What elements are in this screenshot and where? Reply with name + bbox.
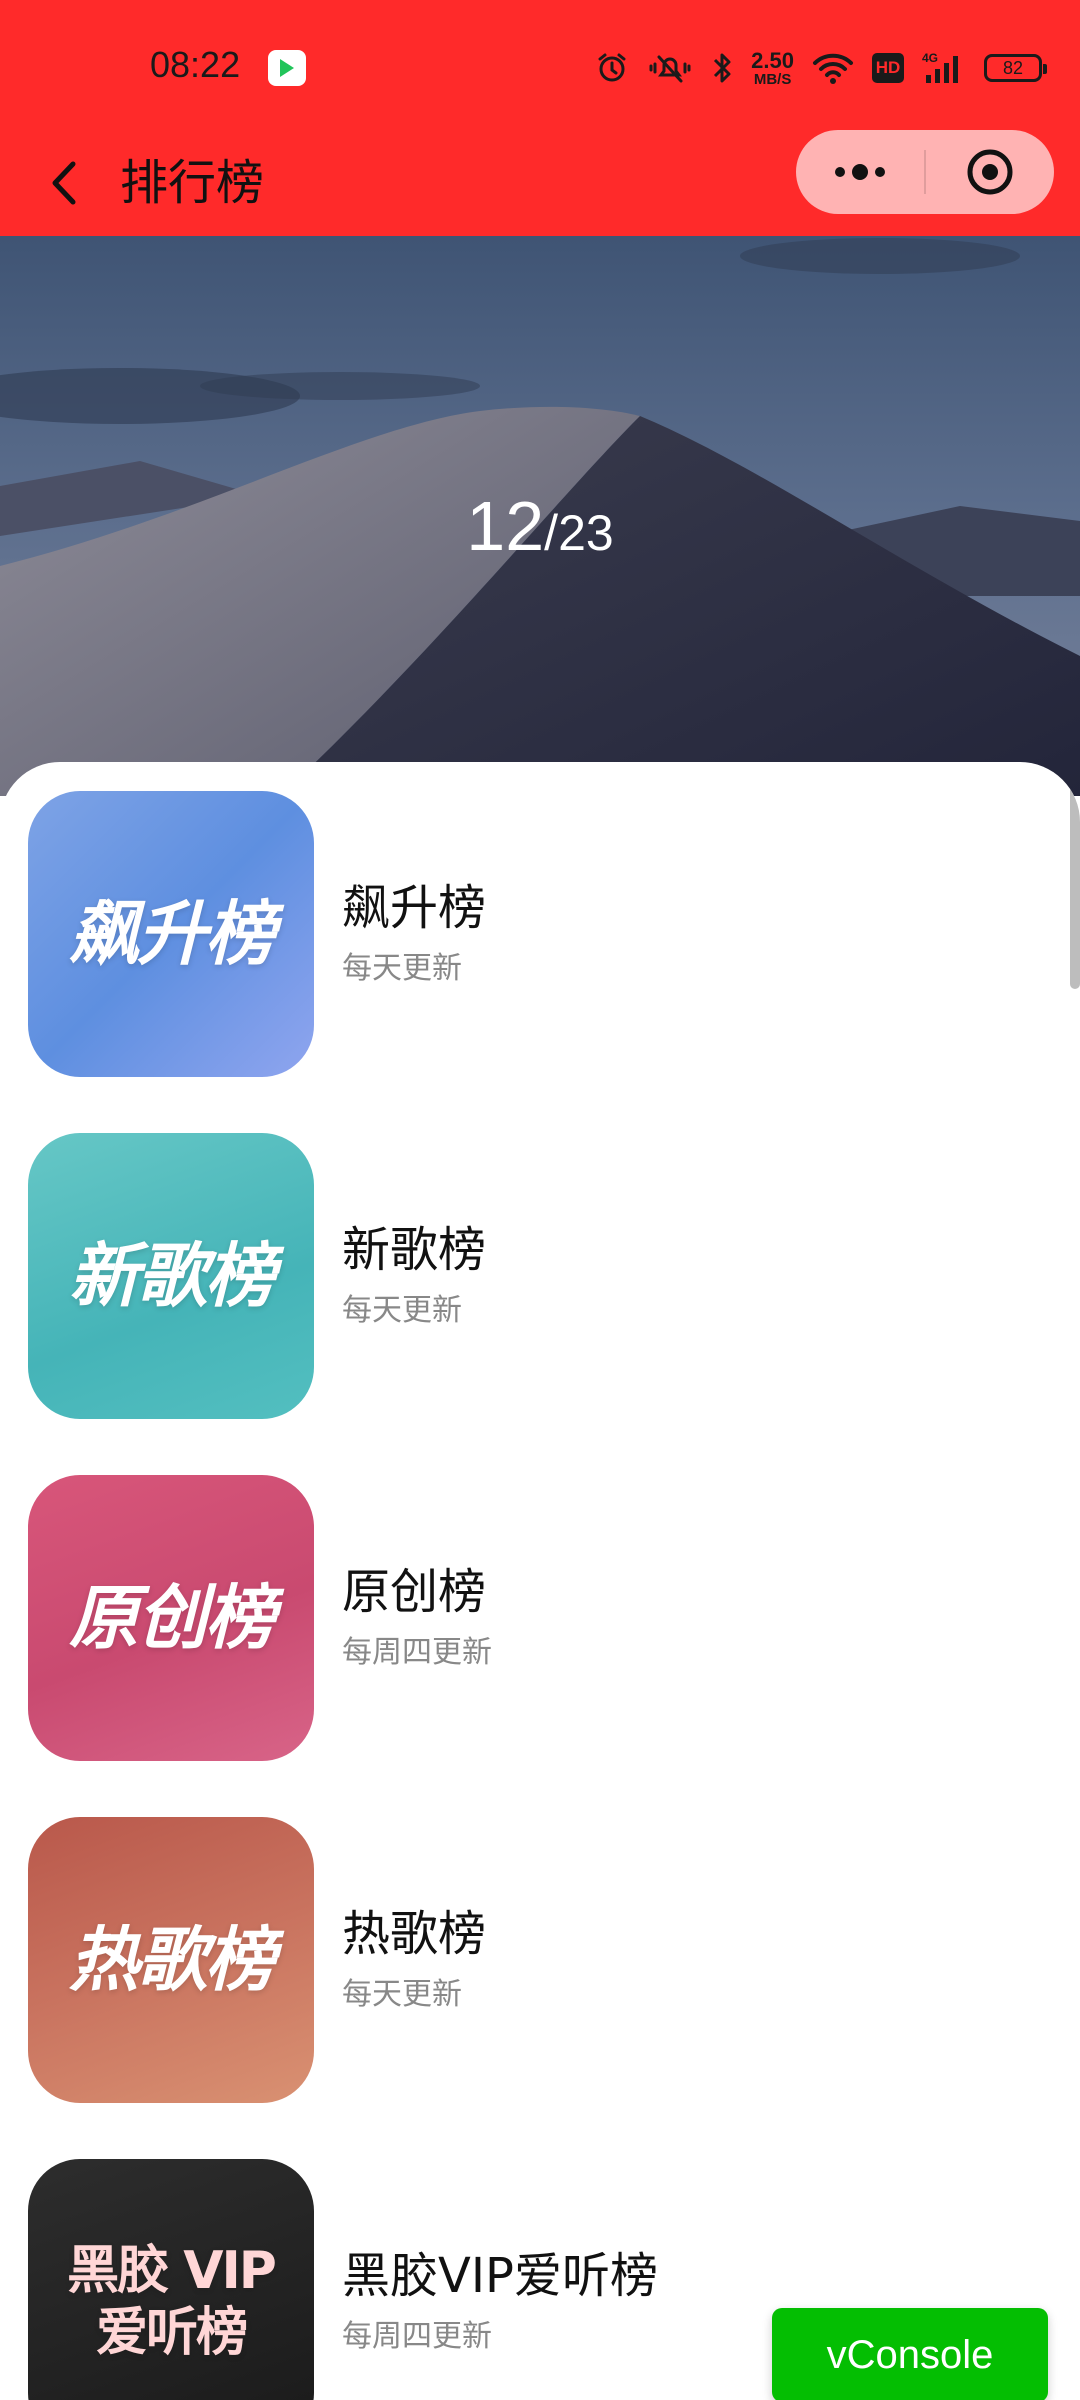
status-bar: 08:22 2.50 MB/S HD 4G 82 xyxy=(0,0,1080,130)
ranking-title: 热歌榜 xyxy=(342,1906,487,1963)
ranking-cover-new-songs: 新歌榜 xyxy=(28,1133,314,1419)
more-dots-icon xyxy=(835,164,885,180)
ranking-cover-soaring: 飙升榜 xyxy=(28,791,314,1077)
close-mini-program-button[interactable] xyxy=(926,130,1054,214)
ranking-cover-hot-songs: 热歌榜 xyxy=(28,1817,314,2103)
mute-icon xyxy=(647,51,693,85)
ranking-cover-original: 原创榜 xyxy=(28,1475,314,1761)
hd-badge: HD xyxy=(872,53,904,83)
banner-carousel[interactable]: 12/23 xyxy=(0,236,1080,796)
signal-icon: 4G xyxy=(922,51,966,85)
ranking-title: 飙升榜 xyxy=(342,880,487,937)
ranking-title: 新歌榜 xyxy=(342,1222,487,1279)
ranking-title: 原创榜 xyxy=(342,1564,487,1621)
target-icon xyxy=(967,149,1013,195)
banner-page-indicator: 12/23 xyxy=(466,487,614,565)
vconsole-button[interactable]: vConsole xyxy=(772,2308,1048,2400)
page-title: 排行榜 xyxy=(120,155,265,211)
ranking-update-frequency: 每周四更新 xyxy=(342,1634,492,1670)
ranking-update-frequency: 每天更新 xyxy=(342,1292,462,1328)
wifi-icon xyxy=(812,51,854,85)
video-app-icon xyxy=(268,50,306,86)
ranking-item-new-songs[interactable]: 新歌榜 新歌榜 每天更新 xyxy=(28,1132,1028,1420)
network-speed: 2.50 MB/S xyxy=(751,47,794,88)
battery-indicator: 82 xyxy=(984,54,1047,82)
status-icons: 2.50 MB/S HD 4G 82 xyxy=(595,46,1047,90)
status-time: 08:22 xyxy=(150,44,241,85)
mini-program-capsule xyxy=(796,130,1054,214)
network-type-label: 4G xyxy=(922,51,938,65)
navigation-bar: 排行榜 xyxy=(0,130,1080,236)
ranking-update-frequency: 每天更新 xyxy=(342,1976,462,2012)
ranking-item-original[interactable]: 原创榜 原创榜 每周四更新 xyxy=(28,1474,1028,1762)
ranking-list[interactable]: 飙升榜 飙升榜 每天更新 新歌榜 新歌榜 每天更新 原创榜 原创榜 每周四更新 … xyxy=(0,762,1080,2400)
more-button[interactable] xyxy=(796,130,924,214)
ranking-update-frequency: 每天更新 xyxy=(342,950,462,986)
bluetooth-icon xyxy=(711,51,733,85)
ranking-item-soaring[interactable]: 飙升榜 飙升榜 每天更新 xyxy=(28,790,1028,1078)
back-button[interactable] xyxy=(30,148,100,218)
alarm-icon xyxy=(595,51,629,85)
chevron-left-icon xyxy=(52,161,76,205)
ranking-cover-vinyl-vip: 黑胶 VIP 爱听榜 xyxy=(28,2159,314,2400)
scrollbar-thumb[interactable] xyxy=(1070,782,1080,989)
ranking-update-frequency: 每周四更新 xyxy=(342,2318,492,2354)
ranking-item-hot-songs[interactable]: 热歌榜 热歌榜 每天更新 xyxy=(28,1816,1028,2104)
ranking-title: 黑胶VIP爱听榜 xyxy=(342,2248,658,2305)
